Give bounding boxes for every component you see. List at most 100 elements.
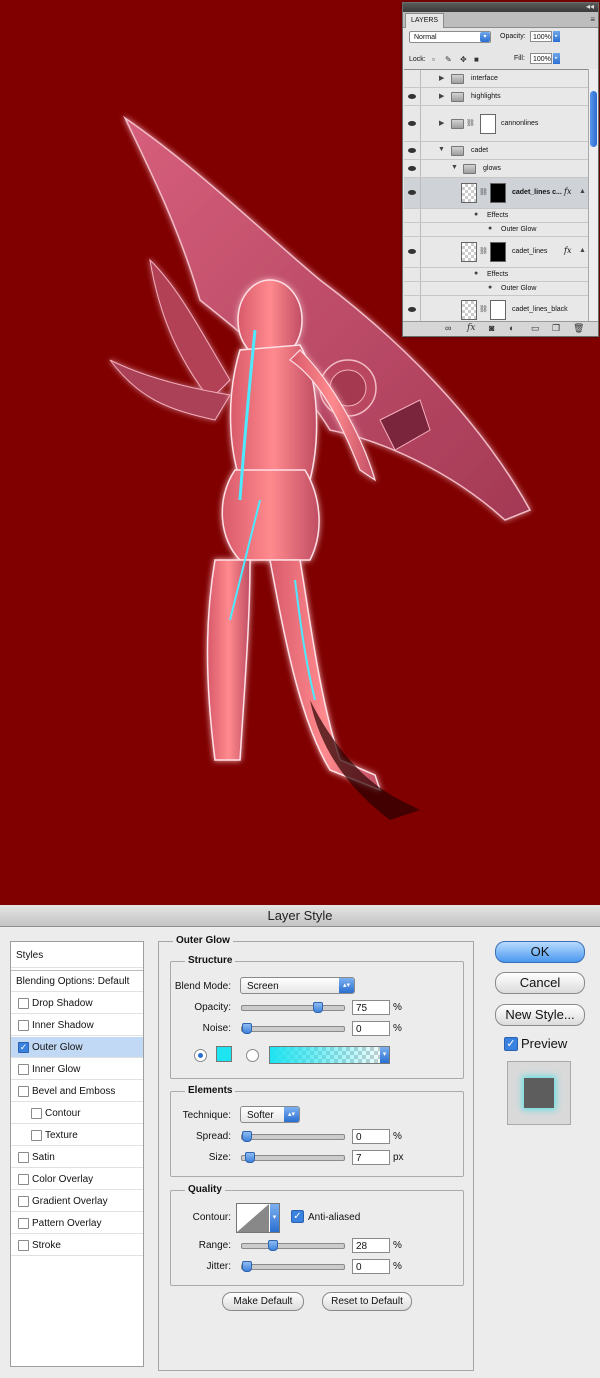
eye-icon[interactable]: ● bbox=[474, 211, 478, 218]
effects-row[interactable]: ● Effects bbox=[404, 209, 588, 223]
layer-row-glows[interactable]: ▼ glows bbox=[404, 160, 588, 178]
mask-icon[interactable]: ◙ bbox=[489, 323, 494, 333]
tab-layers[interactable]: LAYERS bbox=[405, 13, 445, 28]
collapse-icon[interactable]: ◂◂ bbox=[586, 2, 594, 11]
spread-field[interactable]: 0 bbox=[352, 1129, 390, 1144]
size-field[interactable]: 7 bbox=[352, 1150, 390, 1165]
opacity-slider[interactable] bbox=[241, 1002, 345, 1013]
color-radio[interactable] bbox=[194, 1049, 207, 1062]
styles-header[interactable]: Styles bbox=[11, 942, 143, 968]
eye-icon[interactable]: ● bbox=[474, 270, 478, 277]
checkbox[interactable] bbox=[18, 998, 29, 1009]
style-item-inner-glow[interactable]: Inner Glow bbox=[11, 1059, 143, 1080]
visibility-toggle[interactable] bbox=[404, 70, 421, 87]
fill-field[interactable]: 100% bbox=[530, 53, 552, 64]
lock-paint-icon[interactable]: ✎ bbox=[445, 56, 453, 64]
layer-row-cadet-lines-black[interactable]: ⛓ cadet_lines_black bbox=[404, 296, 588, 323]
jitter-field[interactable]: 0 bbox=[352, 1259, 390, 1274]
panel-menu-icon[interactable]: ≡ bbox=[590, 15, 595, 24]
style-item-contour[interactable]: Contour bbox=[11, 1103, 143, 1124]
panel-titlebar[interactable]: ◂◂ bbox=[403, 2, 598, 12]
style-item-outer-glow[interactable]: ✓ Outer Glow bbox=[11, 1037, 143, 1058]
style-item-inner-shadow[interactable]: Inner Shadow bbox=[11, 1015, 143, 1036]
slider-thumb[interactable] bbox=[245, 1152, 255, 1163]
blend-mode-select[interactable]: Normal ▾ bbox=[409, 31, 491, 43]
layer-row-cannonlines[interactable]: ▶ ⛓ cannonlines bbox=[404, 106, 588, 142]
slider-thumb[interactable] bbox=[268, 1240, 279, 1251]
visibility-toggle[interactable] bbox=[404, 237, 421, 267]
mask-thumbnail[interactable] bbox=[480, 114, 496, 134]
new-layer-icon[interactable]: ❐ bbox=[552, 323, 560, 334]
blend-mode-dropdown[interactable]: Screen ▴▾ bbox=[240, 977, 355, 994]
expand-effects-icon[interactable]: ▲ bbox=[579, 247, 586, 254]
style-item-satin[interactable]: Satin bbox=[11, 1147, 143, 1168]
mask-thumbnail[interactable] bbox=[490, 242, 506, 262]
layer-thumbnail[interactable] bbox=[461, 242, 477, 262]
expand-triangle-icon[interactable]: ▶ bbox=[439, 119, 444, 127]
range-slider[interactable] bbox=[241, 1240, 345, 1251]
size-slider[interactable] bbox=[241, 1152, 345, 1163]
opacity-arrow-icon[interactable]: ▸ bbox=[553, 31, 560, 42]
lock-move-icon[interactable]: ✥ bbox=[460, 56, 468, 64]
visibility-toggle[interactable] bbox=[404, 178, 421, 208]
slider-thumb[interactable] bbox=[242, 1131, 252, 1142]
checkbox[interactable] bbox=[18, 1020, 29, 1031]
range-field[interactable]: 28 bbox=[352, 1238, 390, 1253]
layer-row-cadet-lines[interactable]: ⛓ cadet_lines fx ▲ bbox=[404, 237, 588, 268]
lock-transparent-icon[interactable]: ▫ bbox=[432, 56, 440, 64]
style-item-bevel-and-emboss[interactable]: Bevel and Emboss bbox=[11, 1081, 143, 1102]
document-canvas[interactable]: ◂◂ LAYERS ≡ Normal ▾ Opacity: 100% ▸ Loc… bbox=[0, 0, 600, 905]
eye-icon[interactable]: ● bbox=[488, 284, 492, 291]
cancel-button[interactable]: Cancel bbox=[495, 972, 585, 994]
checkbox[interactable] bbox=[18, 1174, 29, 1185]
ok-button[interactable]: OK bbox=[495, 941, 585, 963]
visibility-toggle[interactable] bbox=[404, 88, 421, 105]
noise-field[interactable]: 0 bbox=[352, 1021, 390, 1036]
blending-options-item[interactable]: Blending Options: Default bbox=[11, 970, 143, 992]
style-item-color-overlay[interactable]: Color Overlay bbox=[11, 1169, 143, 1190]
checkbox[interactable] bbox=[31, 1130, 42, 1141]
visibility-toggle[interactable] bbox=[404, 160, 421, 177]
effect-row-outer-glow[interactable]: ● Outer Glow bbox=[404, 223, 588, 237]
chevron-down-icon[interactable]: ▾ bbox=[380, 1047, 389, 1063]
layer-row-highlights[interactable]: ▶ highlights bbox=[404, 88, 588, 106]
gradient-radio[interactable] bbox=[246, 1049, 259, 1062]
contour-picker[interactable]: ▾ bbox=[236, 1203, 280, 1233]
slider-thumb[interactable] bbox=[312, 1002, 323, 1013]
mask-thumbnail[interactable] bbox=[490, 183, 506, 203]
anti-aliased-checkbox[interactable]: ✓ bbox=[291, 1210, 304, 1223]
checkbox[interactable] bbox=[18, 1196, 29, 1207]
style-item-gradient-overlay[interactable]: Gradient Overlay bbox=[11, 1191, 143, 1212]
make-default-button[interactable]: Make Default bbox=[222, 1292, 304, 1311]
slider-thumb[interactable] bbox=[242, 1261, 252, 1272]
visibility-toggle[interactable] bbox=[404, 106, 421, 141]
effects-row[interactable]: ● Effects bbox=[404, 268, 588, 282]
preview-checkbox[interactable]: ✓ bbox=[504, 1037, 518, 1051]
fx-icon[interactable]: fx bbox=[564, 246, 571, 255]
folder-icon[interactable]: ▭ bbox=[531, 323, 540, 334]
style-item-stroke[interactable]: Stroke bbox=[11, 1235, 143, 1256]
lock-all-icon[interactable]: ■ bbox=[474, 56, 482, 64]
style-item-drop-shadow[interactable]: Drop Shadow bbox=[11, 993, 143, 1014]
visibility-toggle[interactable] bbox=[404, 282, 421, 295]
style-item-texture[interactable]: Texture bbox=[11, 1125, 143, 1146]
layer-thumbnail[interactable] bbox=[461, 300, 477, 320]
opacity-field[interactable]: 100% bbox=[530, 31, 552, 42]
adjustment-icon[interactable]: ◐ bbox=[509, 323, 514, 333]
layer-thumbnail[interactable] bbox=[461, 183, 477, 203]
trash-icon[interactable]: 🗑 bbox=[573, 323, 584, 334]
gradient-picker[interactable]: ▾ bbox=[269, 1046, 390, 1064]
collapse-triangle-icon[interactable]: ▼ bbox=[438, 146, 445, 153]
visibility-toggle[interactable] bbox=[404, 209, 421, 222]
opacity-field[interactable]: 75 bbox=[352, 1000, 390, 1015]
slider-thumb[interactable] bbox=[242, 1023, 252, 1034]
eye-icon[interactable]: ● bbox=[488, 225, 492, 232]
spread-slider[interactable] bbox=[241, 1131, 345, 1142]
noise-slider[interactable] bbox=[241, 1023, 345, 1034]
checkbox[interactable] bbox=[18, 1152, 29, 1163]
layer-row-cadet-lines-c[interactable]: ⛓ cadet_lines c... fx ▲ bbox=[404, 178, 588, 209]
style-item-pattern-overlay[interactable]: Pattern Overlay bbox=[11, 1213, 143, 1234]
link-icon[interactable]: ∞ bbox=[445, 323, 451, 333]
layer-row-interface[interactable]: ▶ interface bbox=[404, 70, 588, 88]
layer-row-cadet[interactable]: ▼ cadet bbox=[404, 142, 588, 160]
